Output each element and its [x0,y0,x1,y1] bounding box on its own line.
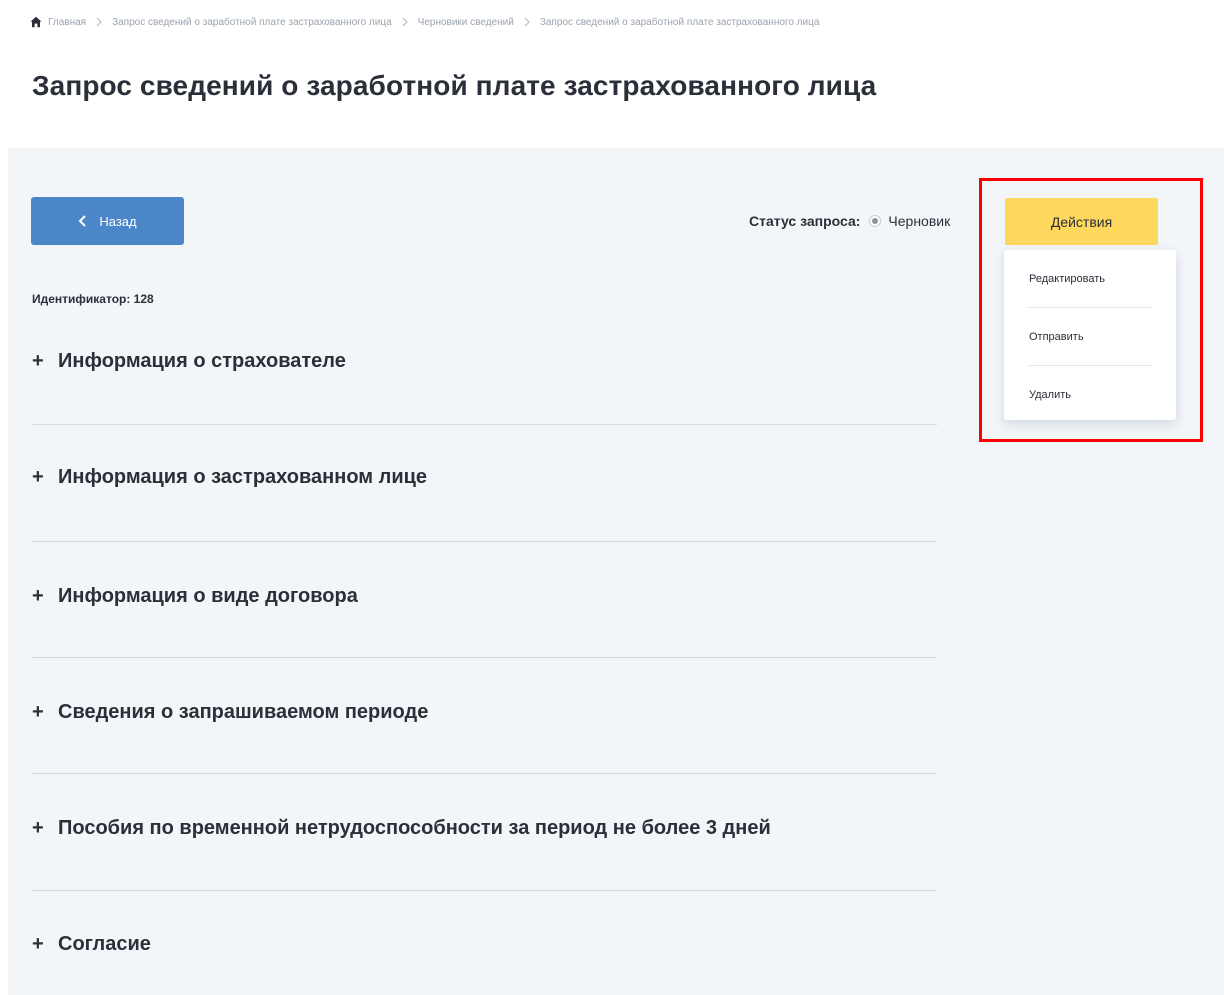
breadcrumb-item-home[interactable]: Главная [48,17,86,28]
section-insured-person-info[interactable]: + Информация о застрахованном лице [32,466,937,542]
section-divider [32,657,937,658]
chevron-right-icon [402,17,408,27]
section-contract-type-info[interactable]: + Информация о виде договора [32,585,937,658]
breadcrumb-item-current: Запрос сведений о заработной плате застр… [539,16,820,28]
section-label: Сведения о запрашиваемом периоде [58,701,429,723]
back-button[interactable]: Назад [31,197,184,245]
page-title: Запрос сведений о заработной плате застр… [32,70,877,101]
highlight-frame [979,178,1203,442]
section-label: Пособия по временной нетрудоспособности … [58,817,771,839]
section-divider [32,424,937,425]
breadcrumb-item-drafts[interactable]: Черновики сведений [418,17,514,28]
request-panel: Назад Статус запроса: Черновик Действия … [8,148,1224,995]
section-label: Информация о виде договора [58,585,358,607]
chevron-right-icon [96,17,102,27]
section-divider [32,773,937,774]
breadcrumb: Главная Запрос сведений о заработной пла… [30,16,819,28]
plus-icon: + [32,466,44,488]
plus-icon: + [32,701,44,723]
chevron-left-icon [78,215,87,227]
status-label: Статус запроса: [749,213,861,229]
section-label: Информация о страхователе [58,350,346,372]
request-status: Статус запроса: Черновик [749,213,950,229]
plus-icon: + [32,585,44,607]
request-identifier: Идентификатор: 128 [32,292,154,306]
plus-icon: + [32,350,44,372]
section-divider [32,541,937,542]
section-insurer-info[interactable]: + Информация о страхователе [32,350,937,425]
plus-icon: + [32,817,44,839]
back-button-label: Назад [99,213,137,229]
section-label: Информация о застрахованном лице [58,466,428,488]
section-label: Согласие [58,933,151,955]
chevron-right-icon [524,17,530,27]
section-sick-leave-benefits[interactable]: + Пособия по временной нетрудоспособности… [32,817,937,891]
section-consent[interactable]: + Согласие [32,933,937,956]
home-icon[interactable] [30,16,42,28]
plus-icon: + [32,933,44,955]
section-divider [32,890,937,891]
status-dot-icon [869,215,882,227]
status-value: Черновик [888,213,951,229]
section-requested-period[interactable]: + Сведения о запрашиваемом периоде [32,701,937,774]
breadcrumb-item-salary-request[interactable]: Запрос сведений о заработной плате застр… [112,17,392,28]
